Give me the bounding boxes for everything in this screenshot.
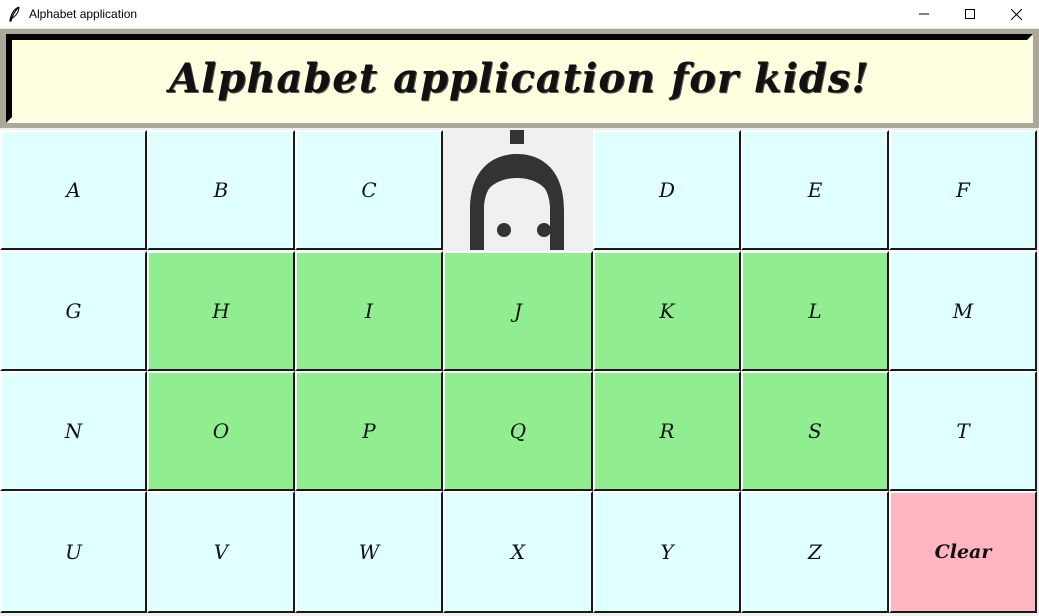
letter-button-m[interactable]: M	[889, 251, 1037, 371]
character-picture	[448, 130, 586, 250]
letter-button-b[interactable]: B	[147, 130, 295, 250]
letter-button-c[interactable]: C	[295, 130, 443, 250]
letter-button-o[interactable]: O	[147, 371, 295, 491]
letter-button-g[interactable]: G	[0, 251, 147, 371]
letter-button-x[interactable]: X	[443, 491, 593, 613]
title-bar: Alphabet application	[0, 0, 1039, 29]
letter-button-e[interactable]: E	[741, 130, 889, 250]
letter-button-p[interactable]: P	[295, 371, 443, 491]
maximize-icon	[965, 9, 975, 19]
feather-icon	[9, 6, 20, 22]
letter-button-d[interactable]: D	[593, 130, 741, 250]
minimize-icon	[919, 13, 929, 15]
letter-button-y[interactable]: Y	[593, 491, 741, 613]
letter-button-w[interactable]: W	[295, 491, 443, 613]
letter-button-k[interactable]: K	[593, 251, 741, 371]
letter-button-u[interactable]: U	[0, 491, 147, 613]
close-button[interactable]	[993, 0, 1039, 28]
window-title: Alphabet application	[29, 7, 138, 21]
letter-button-l[interactable]: L	[741, 251, 889, 371]
letter-button-n[interactable]: N	[0, 371, 147, 491]
letter-button-v[interactable]: V	[147, 491, 295, 613]
letter-button-z[interactable]: Z	[741, 491, 889, 613]
letter-button-h[interactable]: H	[147, 251, 295, 371]
header-banner: Alphabet application for kids!	[6, 34, 1033, 123]
letter-button-j[interactable]: J	[443, 251, 593, 371]
letter-button-s[interactable]: S	[741, 371, 889, 491]
window-controls	[901, 0, 1039, 28]
letter-button-q[interactable]: Q	[443, 371, 593, 491]
maximize-button[interactable]	[947, 0, 993, 28]
letter-button-t[interactable]: T	[889, 371, 1037, 491]
letter-button-f[interactable]: F	[889, 130, 1037, 250]
header-frame: Alphabet application for kids!	[0, 29, 1039, 128]
cartoon-face-icon	[448, 130, 586, 250]
minimize-button[interactable]	[901, 0, 947, 28]
letter-button-r[interactable]: R	[593, 371, 741, 491]
close-icon	[1010, 8, 1022, 20]
letter-button-a[interactable]: A	[0, 130, 147, 250]
clear-button[interactable]: Clear	[889, 491, 1037, 613]
letter-button-i[interactable]: I	[295, 251, 443, 371]
page-title: Alphabet application for kids!	[169, 55, 870, 102]
